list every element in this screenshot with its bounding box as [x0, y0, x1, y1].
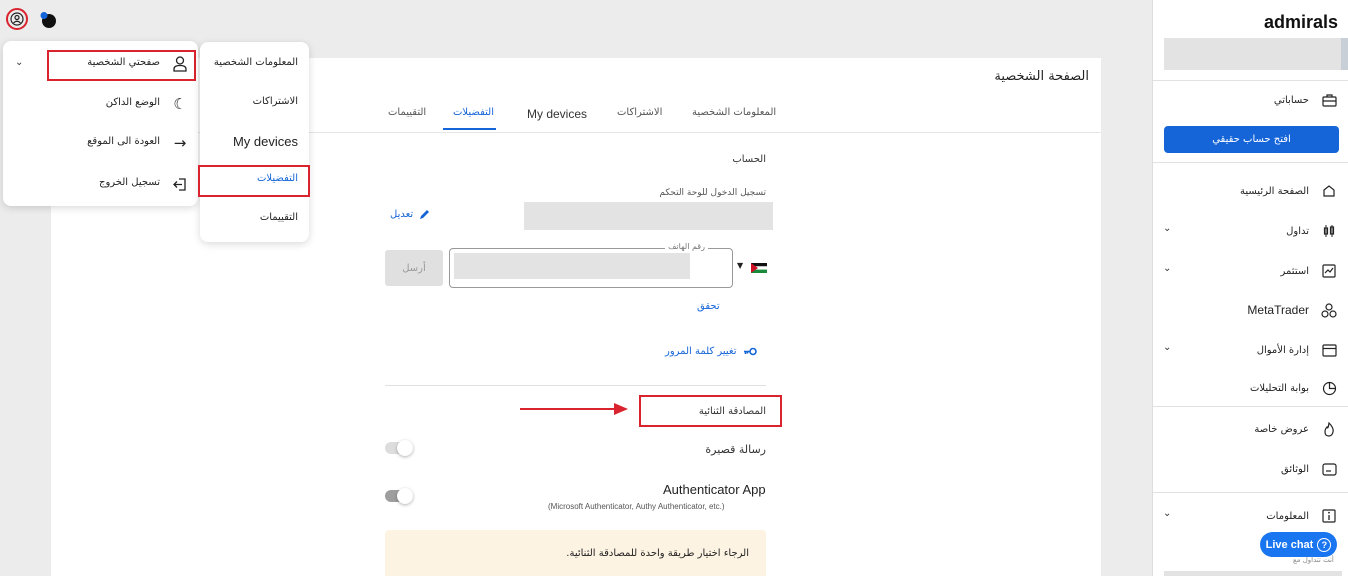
page-title: الصفحة الشخصية — [994, 69, 1089, 84]
chevron-down-icon[interactable]: ▼ — [737, 261, 743, 270]
metatrader-icon — [1321, 302, 1337, 318]
sidebar-divider — [1153, 80, 1348, 81]
open-real-account-button[interactable]: افتح حساب حقيقي — [1164, 126, 1339, 153]
verify-link[interactable]: تحقق — [697, 301, 720, 312]
candlestick-icon — [1321, 223, 1337, 239]
tab-my-devices[interactable]: My devices — [527, 107, 587, 121]
sidebar-item-label: الوثائق — [1281, 463, 1309, 475]
pencil-icon — [420, 210, 430, 219]
login-field — [524, 202, 773, 230]
phone-input[interactable]: رقم الهاتف — [449, 242, 733, 288]
live-chat-label: Live chat — [1265, 538, 1314, 551]
sidebar-footer-text: أنت تتداول مع — [1293, 556, 1334, 564]
account-section-title: الحساب — [732, 154, 766, 165]
menu-item-logout[interactable]: تسجيل الخروج — [99, 177, 160, 188]
chevron-down-icon: ⌄ — [1163, 223, 1172, 234]
sidebar-item-label: تداول — [1286, 225, 1309, 237]
wallet-icon — [1321, 342, 1337, 358]
user-circle-icon — [10, 12, 24, 26]
sidebar-item-info[interactable]: ⌄ المعلومات — [1153, 505, 1348, 527]
my-profile-highlight — [47, 50, 196, 81]
pointer-arrow-icon — [520, 403, 628, 415]
authenticator-subtitle: (Microsoft Authenticator, Authy Authenti… — [548, 502, 725, 511]
send-button[interactable]: أرسل — [385, 250, 443, 286]
jordan-flag-icon[interactable] — [751, 263, 767, 273]
preferences-highlight — [198, 165, 310, 197]
profile-submenu: المعلومات الشخصية الاشتراكات My devices … — [200, 42, 309, 242]
documents-icon — [1321, 461, 1337, 477]
sidebar-item-label: بوابة التحليلات — [1249, 382, 1309, 394]
key-icon — [743, 347, 757, 356]
tab-preferences[interactable]: التفضيلات — [453, 107, 494, 118]
sidebar-item-funds[interactable]: ⌄ إدارة الأموال — [1153, 339, 1348, 361]
arrow-right-icon: → — [173, 134, 187, 152]
sidebar-item-label: المعلومات — [1266, 510, 1309, 522]
sidebar-item-label: MetaTrader — [1247, 303, 1309, 317]
sidebar-item-label: عروض خاصة — [1254, 423, 1309, 435]
moon-icon: ☾ — [173, 95, 187, 113]
question-icon: ? — [1317, 537, 1332, 552]
change-password-label: تغيير كلمة المرور — [665, 346, 737, 357]
sidebar-footer-box — [1164, 571, 1342, 576]
section-divider — [385, 385, 766, 386]
sidebar-divider — [1153, 162, 1348, 163]
login-label: تسجيل الدخول للوحة التحكم — [659, 188, 766, 198]
submenu-ratings[interactable]: التقييمات — [260, 212, 298, 223]
live-chat-button[interactable]: Live chat ? — [1260, 532, 1337, 557]
submenu-subscriptions[interactable]: الاشتراكات — [253, 96, 298, 107]
info-icon — [1321, 508, 1337, 524]
sidebar: admirals حساباتي افتح حساب حقيقي الصفحة … — [1152, 0, 1348, 576]
sidebar-item-label: حساباتي — [1273, 94, 1309, 106]
account-selector-edge — [1341, 38, 1348, 70]
submenu-personal-info[interactable]: المعلومات الشخصية — [214, 57, 298, 68]
analytics-icon — [1321, 380, 1337, 396]
sidebar-item-metatrader[interactable]: MetaTrader — [1153, 299, 1348, 321]
tab-personal-info[interactable]: المعلومات الشخصية — [692, 107, 776, 118]
sidebar-item-label: إدارة الأموال — [1256, 344, 1309, 356]
chevron-down-icon[interactable]: ⌄ — [15, 57, 23, 68]
sidebar-item-special-offers[interactable]: عروض خاصة — [1153, 418, 1348, 440]
menu-item-dark-mode[interactable]: الوضع الداكن — [106, 97, 160, 108]
two-factor-notice: الرجاء اختيار طريقة واحدة للمصادقة الثنا… — [385, 530, 766, 576]
phone-label: رقم الهاتف — [665, 242, 708, 251]
phone-value — [454, 253, 690, 279]
sms-label: رسالة قصيرة — [705, 443, 766, 456]
tab-ratings[interactable]: التقييمات — [388, 107, 426, 118]
two-factor-highlight — [639, 395, 782, 427]
logout-icon — [171, 175, 189, 193]
admirals-logo-icon[interactable] — [40, 12, 56, 28]
chevron-down-icon: ⌄ — [1163, 342, 1172, 353]
chevron-down-icon: ⌄ — [1163, 263, 1172, 274]
notice-text: الرجاء اختيار طريقة واحدة للمصادقة الثنا… — [566, 548, 749, 559]
sidebar-divider — [1153, 492, 1348, 493]
chart-icon — [1321, 263, 1337, 279]
flame-icon — [1321, 421, 1337, 437]
chevron-down-icon: ⌄ — [1163, 508, 1172, 519]
sidebar-item-analytics[interactable]: بوابة التحليلات — [1153, 377, 1348, 399]
sidebar-item-documents[interactable]: الوثائق — [1153, 458, 1348, 480]
sidebar-item-label: استثمر — [1280, 265, 1310, 277]
account-selector[interactable] — [1164, 38, 1342, 70]
sidebar-divider — [1153, 406, 1348, 407]
authenticator-title: Authenticator App — [663, 482, 766, 497]
edit-link-label: تعديل — [390, 209, 414, 220]
briefcase-icon — [1321, 92, 1337, 108]
profile-avatar-button[interactable] — [6, 8, 28, 30]
change-password-link[interactable]: تغيير كلمة المرور — [665, 346, 757, 357]
sidebar-item-invest[interactable]: ⌄ استثمر — [1153, 260, 1348, 282]
brand-logo[interactable]: admirals — [1264, 12, 1338, 33]
active-tab-indicator — [443, 128, 496, 130]
edit-link[interactable]: تعديل — [390, 209, 430, 220]
tab-subscriptions[interactable]: الاشتراكات — [617, 107, 662, 118]
home-icon — [1321, 183, 1337, 199]
sidebar-item-accounts[interactable]: حساباتي — [1153, 89, 1348, 111]
submenu-my-devices[interactable]: My devices — [233, 134, 298, 149]
sidebar-item-home[interactable]: الصفحة الرئيسية — [1153, 180, 1348, 202]
sidebar-item-trade[interactable]: ⌄ تداول — [1153, 220, 1348, 242]
authenticator-toggle[interactable] — [385, 488, 413, 504]
sidebar-item-label: الصفحة الرئيسية — [1240, 185, 1309, 197]
sms-toggle[interactable] — [385, 440, 413, 456]
menu-item-back-to-site[interactable]: العودة الى الموقع — [87, 136, 160, 147]
